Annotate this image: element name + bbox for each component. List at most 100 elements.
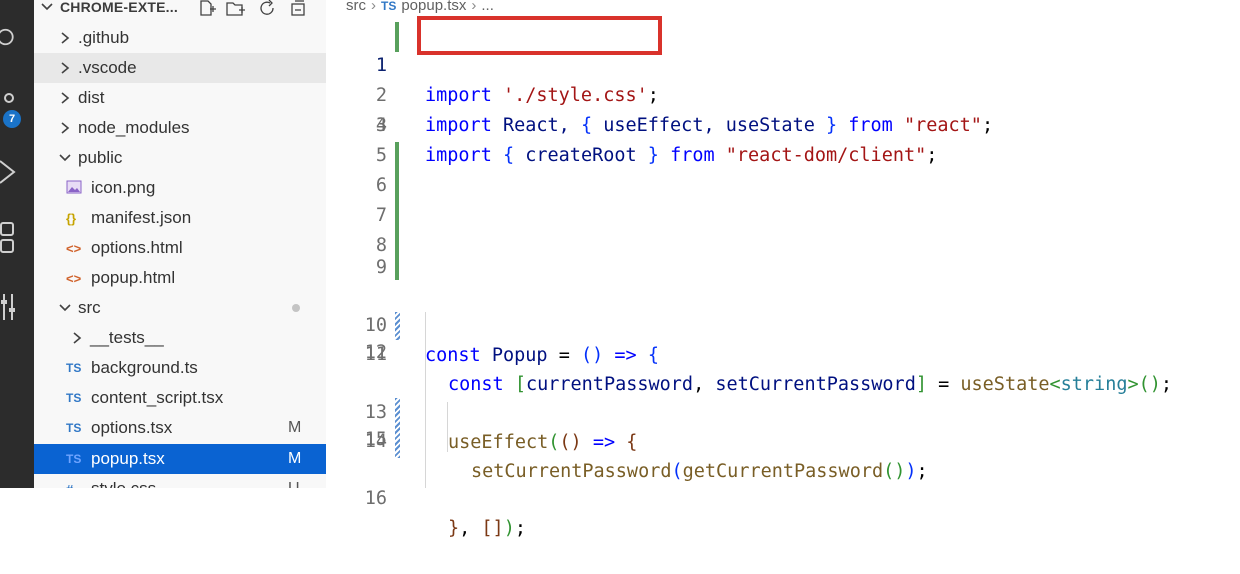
new-folder-icon[interactable] bbox=[226, 0, 246, 17]
breadcrumb-file[interactable]: popup.tsx bbox=[401, 0, 466, 14]
tree-item-label: options.tsx bbox=[91, 418, 173, 437]
tree-folder-vscode[interactable]: .vscode bbox=[34, 53, 326, 83]
run-debug-icon[interactable] bbox=[0, 158, 20, 186]
tree-folder-tests[interactable]: __tests__ bbox=[34, 323, 326, 353]
breadcrumb-folder[interactable]: src bbox=[346, 0, 366, 14]
code-line-12[interactable]: 12 bbox=[326, 338, 1240, 368]
tree-item-label: __tests__ bbox=[90, 328, 164, 347]
search-icon[interactable] bbox=[0, 26, 20, 48]
chevron-right-icon bbox=[70, 331, 84, 345]
tree-item-label: public bbox=[78, 148, 123, 167]
tree-file-popup-tsx[interactable]: TS popup.tsx M bbox=[34, 444, 326, 474]
code-line-16[interactable]: 16 }, []); bbox=[326, 454, 1240, 539]
chevron-right-icon: › bbox=[471, 0, 477, 14]
extensions-icon[interactable] bbox=[0, 220, 20, 256]
tree-file-content-script[interactable]: TS content_script.tsx bbox=[34, 383, 326, 413]
line-number: 15 bbox=[364, 429, 387, 450]
code-line-9[interactable]: 9 bbox=[326, 253, 1240, 283]
explorer-sidebar: CHROME-EXTE... .github .vscode dist node… bbox=[34, 0, 326, 488]
code-line-2[interactable]: 2 import React, { useEffect, useState } … bbox=[326, 51, 1240, 136]
tree-folder-node-modules[interactable]: node_modules bbox=[34, 113, 326, 143]
git-status-badge: M bbox=[288, 450, 302, 467]
tree-file-manifest-json[interactable]: {} manifest.json bbox=[34, 203, 326, 233]
chevron-right-icon bbox=[58, 61, 72, 75]
chevron-down-icon bbox=[58, 301, 72, 315]
line-number: 12 bbox=[364, 342, 387, 363]
activity-bar: 7 bbox=[0, 0, 34, 488]
chevron-right-icon bbox=[58, 91, 72, 105]
tree-folder-src[interactable]: src bbox=[34, 293, 326, 323]
image-file-icon bbox=[66, 180, 88, 197]
html-file-icon: <> bbox=[66, 240, 82, 256]
tree-item-label: icon.png bbox=[91, 178, 156, 197]
tree-item-label: style.css bbox=[91, 479, 156, 488]
git-status-badge: M bbox=[288, 419, 302, 436]
tree-item-label: options.html bbox=[91, 238, 183, 257]
tree-item-label: manifest.json bbox=[91, 208, 192, 227]
typescript-file-icon: TS bbox=[66, 391, 82, 405]
code-line-14[interactable]: 14 setCurrentPassword(getCurrentPassword… bbox=[326, 397, 1240, 482]
chevron-down-icon bbox=[58, 151, 72, 165]
tree-item-label: popup.html bbox=[91, 268, 176, 287]
code-line-11[interactable]: 11 const [currentPassword, setCurrentPas… bbox=[326, 310, 1240, 395]
typescript-file-icon: TS bbox=[381, 0, 397, 13]
tree-item-label: .github bbox=[78, 28, 130, 47]
line-number: 7 bbox=[375, 205, 387, 226]
bracket: ) bbox=[503, 518, 515, 539]
tree-file-popup-html[interactable]: <> popup.html bbox=[34, 263, 326, 293]
chevron-right-icon: › bbox=[371, 0, 376, 14]
code-line-15[interactable]: 15 bbox=[326, 425, 1240, 455]
line-number: 16 bbox=[364, 488, 387, 509]
bracket: } bbox=[448, 518, 460, 539]
typescript-file-icon: TS bbox=[66, 421, 82, 435]
typescript-file-icon: TS bbox=[66, 361, 82, 375]
code-line-4[interactable]: 4 bbox=[326, 111, 1240, 141]
code-line-7[interactable]: 7 bbox=[326, 201, 1240, 231]
tree-folder-github[interactable]: .github bbox=[34, 23, 326, 53]
collapse-all-icon[interactable] bbox=[288, 0, 308, 17]
bracket: [] bbox=[481, 518, 504, 539]
tree-item-label: popup.tsx bbox=[91, 449, 165, 468]
tree-file-icon-png[interactable]: icon.png bbox=[34, 173, 326, 203]
highlight-annotation-box bbox=[417, 16, 662, 55]
code-line-5[interactable]: 5 bbox=[326, 141, 1240, 171]
chevron-down-icon[interactable] bbox=[40, 0, 54, 14]
code-line-10[interactable]: 10 const Popup = () => { bbox=[326, 281, 1240, 366]
new-file-icon[interactable] bbox=[197, 0, 217, 17]
html-file-icon: <> bbox=[66, 270, 82, 286]
chevron-right-icon bbox=[58, 121, 72, 135]
line-number: 9 bbox=[375, 257, 387, 278]
code-line-6[interactable]: 6 bbox=[326, 171, 1240, 201]
tree-item-label: content_script.tsx bbox=[91, 388, 224, 407]
breadcrumb-more[interactable]: ... bbox=[481, 0, 494, 14]
tree-item-label: .vscode bbox=[78, 58, 137, 77]
code-line-3[interactable]: 3 import { createRoot } from "react-dom/… bbox=[326, 81, 1240, 166]
explorer-title: CHROME-EXTE... bbox=[60, 0, 178, 15]
tree-item-label: node_modules bbox=[78, 118, 190, 137]
typescript-file-icon: TS bbox=[66, 452, 82, 466]
breadcrumb: src › TS popup.tsx › ... bbox=[346, 0, 494, 14]
modified-dot bbox=[292, 304, 300, 312]
tree-item-label: src bbox=[78, 298, 101, 317]
line-number: 4 bbox=[375, 115, 387, 136]
git-status-badge: U bbox=[288, 480, 300, 488]
tree-item-label: background.ts bbox=[91, 358, 198, 377]
tree-file-background-ts[interactable]: TS background.ts bbox=[34, 353, 326, 383]
json-file-icon: {} bbox=[66, 210, 77, 226]
explorer-header: CHROME-EXTE... bbox=[34, 0, 326, 18]
tree-folder-public[interactable]: public bbox=[34, 143, 326, 173]
tree-file-options-html[interactable]: <> options.html bbox=[34, 233, 326, 263]
tree-folder-dist[interactable]: dist bbox=[34, 83, 326, 113]
punct: ; bbox=[514, 518, 526, 539]
settings-sliders-icon[interactable] bbox=[0, 292, 20, 322]
refresh-icon[interactable] bbox=[258, 0, 278, 17]
line-number: 6 bbox=[375, 175, 387, 196]
tree-file-options-tsx[interactable]: TS options.tsx M bbox=[34, 413, 326, 443]
css-file-icon: # bbox=[66, 482, 88, 489]
code-editor[interactable]: src › TS popup.tsx › ... 1 import './sty… bbox=[326, 0, 1240, 539]
punct: , bbox=[459, 518, 471, 539]
tree-file-style-css[interactable]: # style.css U bbox=[34, 474, 326, 488]
source-control-badge: 7 bbox=[3, 110, 21, 128]
code-line-13[interactable]: 13 useEffect(() => { bbox=[326, 368, 1240, 453]
chevron-right-icon bbox=[58, 31, 72, 45]
